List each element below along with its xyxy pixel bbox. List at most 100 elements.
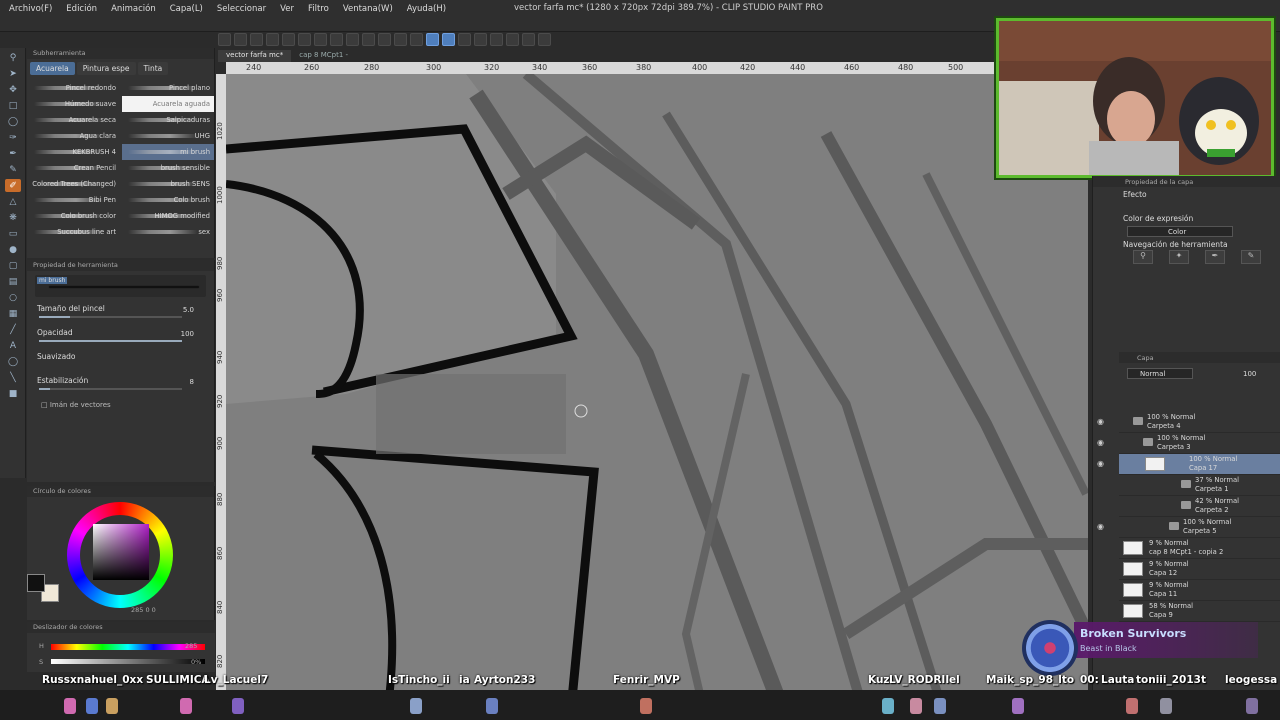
clear-button[interactable] — [330, 33, 343, 46]
lasso-tool-icon[interactable]: ◯ — [5, 115, 21, 128]
layer-row[interactable]: 42 % Normal Carpeta 2 — [1119, 496, 1280, 517]
reference-button[interactable] — [506, 33, 519, 46]
save-button[interactable] — [250, 33, 263, 46]
tab-tinta[interactable]: Tinta — [137, 62, 169, 75]
smoothing-property[interactable]: Suavizado — [27, 349, 214, 373]
nav-brush-icon[interactable]: ✎ — [1241, 250, 1261, 264]
brush-item[interactable]: Bibi Pen — [28, 192, 120, 208]
main-color-swatch[interactable] — [27, 574, 45, 592]
nav-pin-icon[interactable]: ✦ — [1169, 250, 1189, 264]
rotate-button[interactable] — [474, 33, 487, 46]
redo-button[interactable] — [314, 33, 327, 46]
airbrush-tool-icon[interactable]: △ — [5, 195, 21, 208]
line-correction-tool-icon[interactable]: ╲ — [5, 371, 21, 384]
stabilization-slider[interactable] — [39, 388, 182, 390]
brush-item[interactable]: Acuarela seca — [28, 112, 120, 128]
menu-capa[interactable]: Capa(L) — [161, 0, 208, 18]
brush-item[interactable]: Succubus line art — [28, 224, 120, 240]
new-file-button[interactable] — [218, 33, 231, 46]
ruler-tool-icon[interactable]: ╱ — [5, 323, 21, 336]
balloon-tool-icon[interactable]: ◯ — [5, 355, 21, 368]
layer-row-selected[interactable]: ◉ 100 % Normal Capa 17 — [1097, 454, 1280, 475]
snap-grid-button[interactable] — [442, 33, 455, 46]
layer-row[interactable]: 58 % Normal Capa 9 — [1119, 601, 1280, 622]
menu-animacion[interactable]: Animación — [102, 0, 161, 18]
transform-button[interactable] — [346, 33, 359, 46]
menu-ayuda[interactable]: Ayuda(H) — [398, 0, 451, 18]
expression-color-select[interactable]: Color — [1127, 226, 1233, 237]
tab-pintura[interactable]: Pintura espe — [76, 62, 136, 75]
snap-ruler-button[interactable] — [426, 33, 439, 46]
brush-tool-icon[interactable]: ✐ — [5, 179, 21, 192]
brush-item-selected[interactable]: mi brush — [122, 144, 214, 160]
eye-icon[interactable]: ◉ — [1097, 438, 1104, 447]
menu-edicion[interactable]: Edición — [57, 0, 102, 18]
brush-item[interactable]: Húmedo suave — [28, 96, 120, 112]
deselect-button[interactable] — [378, 33, 391, 46]
figure-tool-icon[interactable]: ○ — [5, 291, 21, 304]
operation-tool-icon[interactable]: ➤ — [5, 67, 21, 80]
crop-button[interactable] — [410, 33, 423, 46]
flip-button[interactable] — [490, 33, 503, 46]
menu-ver[interactable]: Ver — [271, 0, 299, 18]
brush-item[interactable]: Colo brush — [122, 192, 214, 208]
saturation-value-square[interactable] — [93, 524, 149, 580]
selection-tool-icon[interactable]: □ — [5, 99, 21, 112]
invert-selection-button[interactable] — [394, 33, 407, 46]
layer-opacity-value[interactable]: 100 — [1243, 370, 1256, 378]
brush-item[interactable]: Pincel redondo — [28, 80, 120, 96]
layer-row[interactable]: 37 % Normal Carpeta 1 — [1119, 475, 1280, 496]
nav-search-icon[interactable]: ⚲ — [1133, 250, 1153, 264]
eraser-tool-icon[interactable]: ▭ — [5, 227, 21, 240]
brush-item[interactable]: brush SENS — [122, 176, 214, 192]
pencil-tool-icon[interactable]: ✎ — [5, 163, 21, 176]
brush-item[interactable]: sex — [122, 224, 214, 240]
menu-filtro[interactable]: Filtro — [299, 0, 334, 18]
tab-vector-farfa[interactable]: vector farfa mc* — [218, 50, 292, 62]
layer-row[interactable]: 9 % Normal cap 8 MCpt1 - copia 2 — [1119, 538, 1280, 559]
brush-item[interactable]: Acuarela aguada — [122, 96, 214, 112]
menu-seleccionar[interactable]: Seleccionar — [208, 0, 271, 18]
nav-pen-icon[interactable]: ✒ — [1205, 250, 1225, 264]
brush-item[interactable]: Crean Pencil — [28, 160, 120, 176]
brush-item[interactable]: Agua clara — [28, 128, 120, 144]
stabilization-value[interactable]: 8 — [190, 378, 194, 386]
export-button[interactable] — [266, 33, 279, 46]
zoom-tool-icon[interactable]: ⚲ — [5, 51, 21, 64]
layer-row[interactable]: 9 % Normal Capa 11 — [1119, 580, 1280, 601]
undo-button[interactable] — [298, 33, 311, 46]
decoration-tool-icon[interactable]: ❋ — [5, 211, 21, 224]
sync-button[interactable] — [538, 33, 551, 46]
brush-size-property[interactable]: Tamaño del pincel 5.0 — [27, 301, 214, 325]
blend-mode-select[interactable]: Normal — [1127, 368, 1193, 379]
eyedropper-tool-icon[interactable]: ✑ — [5, 131, 21, 144]
move-tool-icon[interactable]: ✥ — [5, 83, 21, 96]
tab-acuarela[interactable]: Acuarela — [30, 62, 75, 75]
pen-tool-icon[interactable]: ✒ — [5, 147, 21, 160]
brush-size-slider[interactable] — [39, 316, 182, 318]
brush-item[interactable]: Colored Trees (Changed) — [28, 176, 120, 192]
eye-icon[interactable]: ◉ — [1097, 522, 1104, 531]
fill-tool-icon[interactable]: ▢ — [5, 259, 21, 272]
hue-slider[interactable] — [51, 644, 205, 650]
layer-row[interactable]: ◉ 100 % Normal Carpeta 4 — [1097, 412, 1280, 433]
select-all-button[interactable] — [362, 33, 375, 46]
frame-tool-icon[interactable]: ▦ — [5, 307, 21, 320]
brush-item[interactable]: brush sensible — [122, 160, 214, 176]
brush-item[interactable]: Colo brush color — [28, 208, 120, 224]
menu-archivo[interactable]: Archivo(F) — [0, 0, 57, 18]
saturation-slider[interactable] — [51, 659, 205, 664]
opacity-value[interactable]: 100 — [181, 330, 194, 338]
layer-row[interactable]: 9 % Normal Capa 12 — [1119, 559, 1280, 580]
snap-special-button[interactable] — [458, 33, 471, 46]
brush-item[interactable]: KEKBRUSH 4 — [28, 144, 120, 160]
stabilization-property[interactable]: Estabilización 8 — [27, 373, 214, 397]
text-tool-icon[interactable]: A — [5, 339, 21, 352]
eye-icon[interactable]: ◉ — [1097, 417, 1104, 426]
menu-ventana[interactable]: Ventana(W) — [334, 0, 398, 18]
drawing-canvas[interactable] — [226, 74, 1088, 720]
color-button[interactable] — [522, 33, 535, 46]
opacity-property[interactable]: Opacidad 100 — [27, 325, 214, 349]
layer-row[interactable]: ◉ 100 % Normal Carpeta 5 — [1097, 517, 1280, 538]
gradient-tool-icon[interactable]: ▤ — [5, 275, 21, 288]
